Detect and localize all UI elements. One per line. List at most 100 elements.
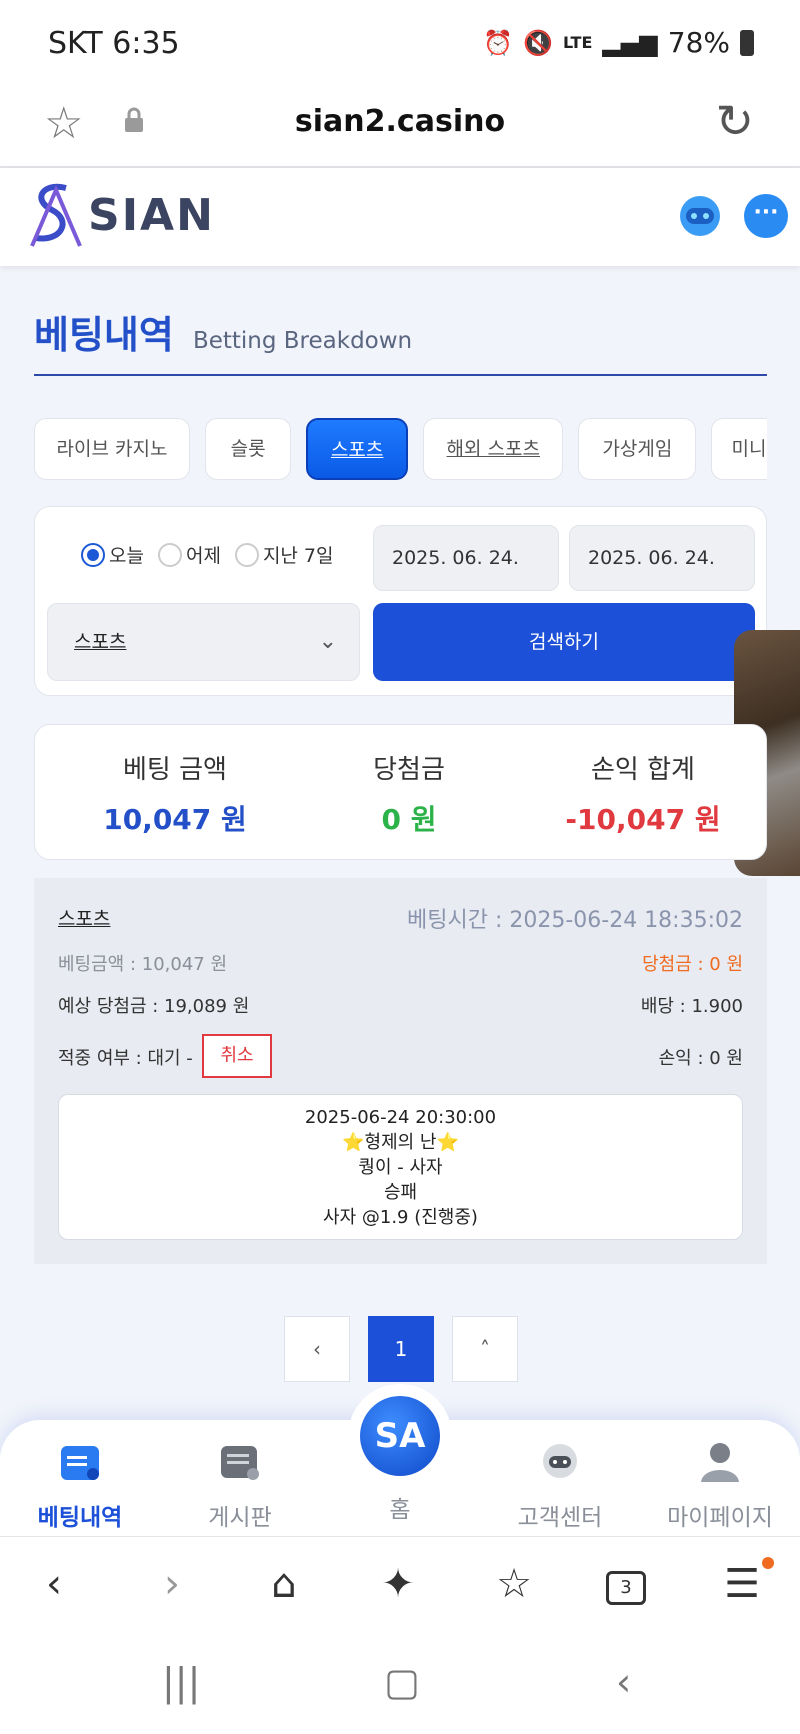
radio-yesterday-label: 어제 — [185, 545, 221, 567]
tab-slot[interactable]: 슬롯 — [205, 418, 292, 480]
summary-winnings: 당첨금 0 원 — [289, 749, 529, 838]
summary-bet-amount-label: 베팅 금액 — [123, 755, 227, 785]
category-select[interactable]: 스포츠 ⌄ — [47, 603, 360, 681]
chat-bubble-icon[interactable]: ··· — [744, 194, 788, 238]
summary-profit: 손익 합계 -10,047 원 — [523, 749, 763, 838]
status-bar: SKT 6:35 ⏰ 🔇 LTE ▂▄▆ 78% — [0, 0, 800, 86]
logo-mark-icon[interactable] — [22, 180, 86, 250]
game-tabs: 라이브 카지노 슬롯 스포츠 해외 스포츠 가상게임 미니게임 — [34, 418, 767, 480]
signal-icon: ▂▄▆ — [602, 28, 658, 57]
pagination: ‹ 1 ˄ — [284, 1316, 518, 1382]
home-icon[interactable]: ⌂ — [254, 1561, 314, 1607]
home-logo-icon: SA — [360, 1396, 440, 1476]
recent-apps-icon[interactable]: ||| — [162, 1660, 200, 1704]
radio-today-label: 오늘 — [109, 545, 144, 567]
match-league: ⭐형제의 난⭐ — [342, 1132, 459, 1153]
menu-icon[interactable]: ☰ — [712, 1561, 772, 1607]
chatbot-icon[interactable] — [676, 192, 724, 240]
bet-expected-win: 예상 당첨금 : 19,089 원 — [58, 996, 250, 1017]
radio-last-7-days-label: 지난 7일 — [262, 545, 334, 567]
tab-virtual-game[interactable]: 가상게임 — [578, 418, 697, 480]
bet-winnings: 당첨금 : 0 원 — [642, 954, 743, 975]
mute-icon: 🔇 — [523, 28, 553, 57]
summary-profit-label: 손익 합계 — [591, 755, 695, 785]
summary-bet-amount-value: 10,047 원 — [103, 803, 247, 836]
date-to-field[interactable]: 2025. 06. 24. — [569, 525, 755, 591]
bet-profit: 손익 : 0 원 — [658, 1048, 743, 1069]
radio-last-7-days[interactable]: 지난 7일 — [234, 541, 334, 568]
radio-yesterday[interactable]: 어제 — [157, 541, 221, 568]
nav-betting-history-label: 베팅내역 — [37, 1505, 123, 1531]
support-icon — [543, 1444, 577, 1478]
radio-today[interactable]: 오늘 — [81, 541, 144, 568]
status-time: SKT 6:35 — [48, 26, 180, 61]
url-domain[interactable]: sian2.casino — [0, 104, 800, 139]
bookmarks-star-icon[interactable]: ☆ — [484, 1561, 544, 1607]
date-from-field[interactable]: 2025. 06. 24. — [373, 525, 559, 591]
bet-time: 베팅시간 : 2025-06-24 18:35:02 — [406, 908, 743, 933]
bet-card: 스포츠 베팅시간 : 2025-06-24 18:35:02 베팅금액 : 10… — [34, 878, 767, 1264]
logo-text[interactable]: SIAN — [88, 190, 215, 241]
match-market: 승패 — [383, 1182, 418, 1203]
page-title-ko: 베팅내역 — [34, 313, 174, 357]
bet-hit-status: 적중 여부 : 대기 - — [58, 1048, 193, 1069]
category-select-value: 스포츠 — [74, 631, 127, 653]
system-home-icon[interactable]: ▢ — [384, 1660, 420, 1704]
sparkle-icon[interactable]: ✦ — [368, 1561, 428, 1607]
bet-odds: 배당 : 1.900 — [640, 996, 743, 1017]
tab-sports[interactable]: 스포츠 — [306, 418, 409, 480]
summary-profit-value: -10,047 원 — [565, 803, 721, 836]
nav-my-page[interactable]: 마이페이지 — [640, 1438, 800, 1532]
summary-winnings-value: 0 원 — [381, 803, 437, 836]
radio-yesterday-dot[interactable] — [157, 542, 182, 567]
scroll-top-button[interactable]: ˄ — [452, 1316, 518, 1382]
summary-panel: 베팅 금액 10,047 원 당첨금 0 원 손익 합계 -10,047 원 — [34, 724, 767, 860]
board-icon — [221, 1446, 259, 1480]
nav-my-page-label: 마이페이지 — [667, 1505, 773, 1531]
page-1-button[interactable]: 1 — [368, 1316, 434, 1382]
tab-live-casino[interactable]: 라이브 카지노 — [34, 418, 190, 480]
system-nav-bar: ||| ▢ ‹ — [0, 1640, 800, 1734]
date-radio-group: 오늘 어제 지난 7일 — [81, 541, 334, 568]
nav-board-label: 게시판 — [208, 1505, 272, 1531]
bet-row-amount: 베팅금액 : 10,047 원 당첨금 : 0 원 — [58, 950, 743, 976]
match-pick: 사자 @1.9 (진행중) — [323, 1207, 478, 1228]
user-icon — [701, 1443, 739, 1482]
radio-last-7-days-dot[interactable] — [234, 542, 259, 567]
tab-overseas-sports[interactable]: 해외 스포츠 — [423, 418, 564, 480]
alarm-icon: ⏰ — [483, 28, 514, 57]
bet-row-status: 적중 여부 : 대기 - 손익 : 0 원 — [58, 1044, 743, 1070]
lte-icon: LTE — [563, 33, 593, 52]
back-icon[interactable]: ‹ — [24, 1561, 84, 1607]
radio-today-dot[interactable] — [81, 542, 105, 567]
prev-page-button[interactable]: ‹ — [284, 1316, 350, 1382]
cancel-bet-button[interactable]: 취소 — [202, 1034, 272, 1078]
nav-betting-history[interactable]: 베팅내역 — [0, 1438, 160, 1532]
match-teams: 퀑이 - 사자 — [358, 1157, 443, 1178]
nav-support[interactable]: 고객센터 — [480, 1438, 640, 1532]
bet-row-expected: 예상 당첨금 : 19,089 원 배당 : 1.900 — [58, 992, 743, 1018]
bet-amount: 베팅금액 : 10,047 원 — [58, 954, 228, 975]
match-detail-box: 2025-06-24 20:30:00 ⭐형제의 난⭐ 퀑이 - 사자 승패 사… — [58, 1094, 743, 1240]
summary-winnings-label: 당첨금 — [373, 755, 445, 785]
browser-toolbar: ‹ › ⌂ ✦ ☆ 3 ☰ — [0, 1536, 800, 1640]
reload-icon[interactable]: ↻ — [715, 94, 754, 148]
battery-icon — [740, 29, 754, 56]
search-button[interactable]: 검색하기 — [373, 603, 755, 681]
tabs-count-icon[interactable]: 3 — [606, 1571, 646, 1605]
menu-notification-dot — [762, 1557, 774, 1569]
match-datetime: 2025-06-24 20:30:00 — [304, 1107, 497, 1128]
bet-sport[interactable]: 스포츠 — [58, 904, 110, 931]
filter-panel: 오늘 어제 지난 7일 2025. 06. 24. 2025. 06. 24. … — [34, 506, 767, 696]
nav-board[interactable]: 게시판 — [160, 1438, 320, 1532]
nav-home-label: 홈 — [389, 1497, 411, 1523]
tab-mini-game[interactable]: 미니게임 — [711, 418, 767, 480]
battery-percent: 78% — [667, 26, 730, 59]
calendar-icon — [61, 1446, 99, 1480]
nav-home-button[interactable]: SA — [348, 1384, 452, 1488]
page-title: 베팅내역 Betting Breakdown — [34, 304, 767, 376]
chevron-down-icon: ⌄ — [318, 629, 337, 654]
status-icons: ⏰ 🔇 LTE ▂▄▆ 78% — [483, 26, 754, 59]
forward-icon[interactable]: › — [142, 1561, 202, 1607]
system-back-icon[interactable]: ‹ — [616, 1660, 631, 1704]
